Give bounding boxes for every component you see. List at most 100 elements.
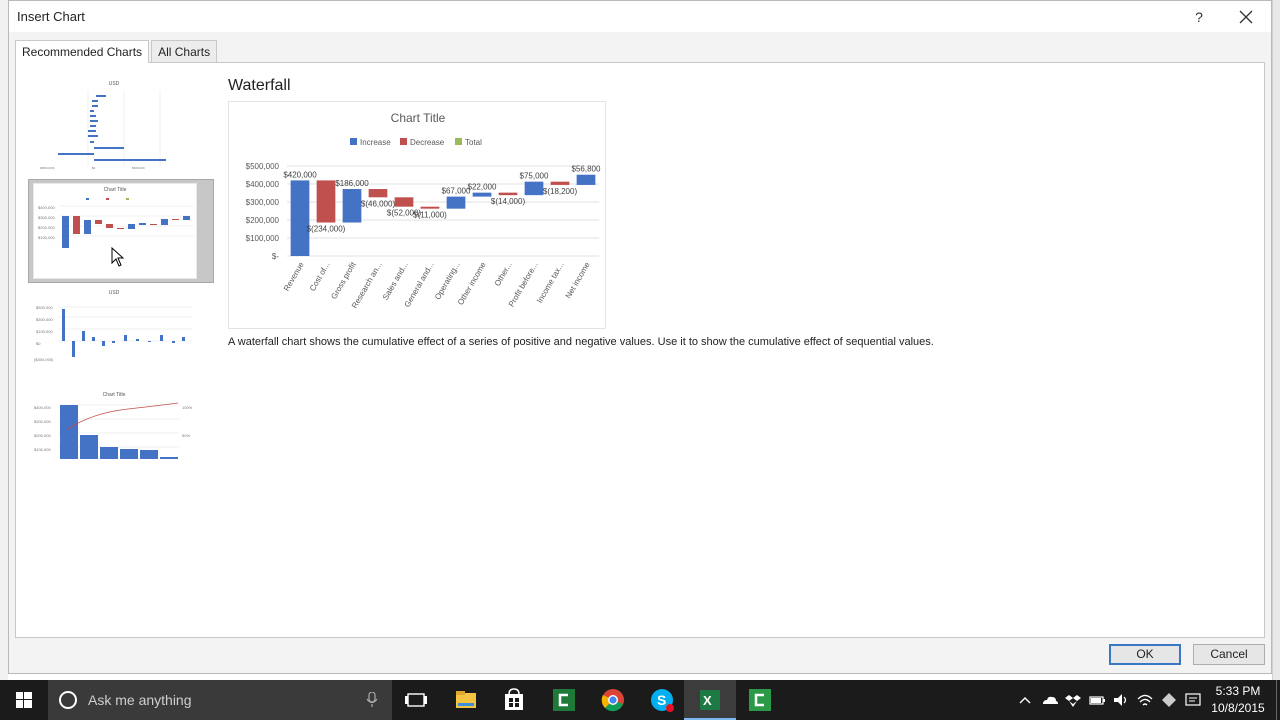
data-label: $(46,000) — [361, 199, 396, 208]
category-label: Other... — [493, 261, 514, 288]
dialog-tabs: Recommended Charts All Charts — [15, 40, 219, 63]
waterfall-bar — [394, 197, 414, 207]
show-desktop-button[interactable] — [1276, 680, 1280, 720]
svg-text:$200,000: $200,000 — [38, 225, 55, 230]
wifi-icon[interactable] — [1136, 691, 1154, 709]
data-label: $(11,000) — [413, 211, 447, 220]
waterfall-bar — [498, 192, 518, 196]
show-hidden-icons-icon[interactable] — [1016, 691, 1034, 709]
category-label: Other income — [456, 260, 488, 307]
svg-text:$400,000: $400,000 — [38, 205, 55, 210]
chart-thumbnail-column[interactable]: USD $500,000 $300,000 $100,000 $0 ($300,000) — [32, 287, 196, 373]
svg-text:$0: $0 — [92, 166, 96, 170]
data-label: $(14,000) — [491, 197, 526, 206]
excel-background-left — [0, 0, 8, 680]
legend-marker-total — [455, 138, 462, 145]
file-explorer-icon[interactable] — [452, 686, 480, 714]
waterfall-bar — [342, 189, 362, 223]
category-label: Gross profit — [329, 260, 358, 301]
excel-taskbar-button[interactable]: X — [684, 680, 736, 720]
svg-text:50%: 50% — [182, 433, 190, 438]
y-tick-label: $200,000 — [246, 216, 280, 225]
onedrive-icon[interactable] — [1040, 691, 1058, 709]
cortana-search-box[interactable]: Ask me anything — [48, 680, 392, 720]
excel-background-scrollbar[interactable] — [1272, 0, 1280, 680]
svg-text:X: X — [703, 693, 712, 708]
data-label: $75,000 — [520, 172, 549, 181]
battery-icon[interactable] — [1088, 691, 1106, 709]
ok-button[interactable]: OK — [1109, 644, 1181, 665]
waterfall-bar — [472, 192, 492, 197]
start-button[interactable] — [0, 680, 48, 720]
waterfall-bar — [524, 181, 544, 196]
svg-text:$200,000: $200,000 — [34, 433, 51, 438]
svg-text:$300,000: $300,000 — [34, 419, 51, 424]
preview-heading: Waterfall — [228, 77, 291, 94]
svg-text:($300,000): ($300,000) — [34, 357, 54, 362]
insert-chart-dialog: Insert Chart ? Recommended Charts All Ch… — [8, 0, 1272, 674]
chart-description: A waterfall chart shows the cumulative e… — [228, 336, 934, 348]
close-icon — [1239, 10, 1253, 24]
chrome-icon[interactable] — [599, 686, 627, 714]
waterfall-bar — [576, 174, 596, 185]
close-button[interactable] — [1235, 6, 1257, 28]
windows-logo-icon — [16, 692, 32, 708]
svg-text:S: S — [657, 692, 666, 708]
mouse-cursor-icon — [111, 247, 125, 267]
chart-thumbnail-bar[interactable]: USD ($500,000) $0 $500,000 — [32, 77, 196, 175]
category-label: Net income — [564, 260, 592, 300]
category-label: Income tax... — [535, 261, 566, 305]
search-placeholder: Ask me anything — [88, 692, 192, 708]
svg-text:$500,000: $500,000 — [132, 166, 145, 170]
skype-icon[interactable]: S — [648, 686, 676, 714]
waterfall-bar — [316, 180, 336, 223]
help-button[interactable]: ? — [1189, 7, 1209, 27]
cancel-button[interactable]: Cancel — [1193, 644, 1265, 665]
language-keyboard-icon[interactable] — [1184, 691, 1202, 709]
chart-thumbnail-pareto[interactable]: Chart Title $400,000 $300,000 $200,000 $100… — [32, 389, 196, 481]
svg-text:$300,000: $300,000 — [36, 317, 53, 322]
windows-taskbar: Ask me anything S X 5:33 PM 10/8/2015 — [0, 680, 1280, 720]
camtasia-recorder-icon[interactable] — [746, 686, 774, 714]
waterfall-bar — [550, 181, 570, 185]
svg-text:$100,000: $100,000 — [36, 329, 53, 334]
y-tick-label: $500,000 — [246, 162, 280, 171]
legend-label-total: Total — [465, 138, 482, 147]
category-label: Cost of... — [308, 261, 332, 293]
dialog-titlebar[interactable]: Insert Chart ? — [9, 1, 1271, 32]
data-label: $(234,000) — [307, 225, 346, 234]
svg-text:$0: $0 — [36, 341, 41, 346]
category-label: Sales and... — [381, 261, 410, 302]
dialog-title: Insert Chart — [17, 9, 85, 24]
camtasia-icon[interactable] — [550, 686, 578, 714]
data-label: $(18,200) — [543, 187, 578, 196]
dropbox-icon[interactable] — [1064, 691, 1082, 709]
network-diamond-icon[interactable] — [1160, 691, 1178, 709]
svg-text:$400,000: $400,000 — [34, 405, 51, 410]
volume-icon[interactable] — [1112, 691, 1130, 709]
category-label: Operating... — [433, 261, 462, 302]
y-tick-label: $- — [272, 252, 279, 261]
legend-marker-increase — [350, 138, 357, 145]
tab-all-charts[interactable]: All Charts — [151, 40, 218, 62]
taskbar-date[interactable]: 10/8/2015 — [1210, 701, 1266, 715]
waterfall-bar — [290, 180, 310, 256]
store-icon[interactable] — [500, 686, 528, 714]
taskbar-time[interactable]: 5:33 PM — [1210, 684, 1266, 698]
waterfall-bar — [420, 206, 440, 209]
svg-text:$500,000: $500,000 — [36, 305, 53, 310]
svg-text:($500,000): ($500,000) — [40, 166, 55, 170]
legend-marker-decrease — [400, 138, 407, 145]
y-tick-label: $400,000 — [246, 180, 280, 189]
waterfall-bar — [368, 189, 388, 198]
task-view-icon[interactable] — [402, 686, 430, 714]
pareto-thumbnail-graphic: $400,000 $300,000 $200,000 $100,000 100% 50% — [34, 402, 193, 459]
bar-chart-thumbnail-graphic: ($500,000) $0 $500,000 — [40, 91, 166, 170]
svg-text:$300,000: $300,000 — [38, 215, 55, 220]
legend-label-increase: Increase — [360, 138, 391, 147]
y-tick-label: $100,000 — [246, 234, 280, 243]
microphone-icon[interactable] — [366, 692, 378, 708]
chart-title: Chart Title — [391, 111, 446, 125]
tab-recommended-charts[interactable]: Recommended Charts — [15, 40, 150, 63]
category-label: Revenue — [282, 260, 306, 293]
